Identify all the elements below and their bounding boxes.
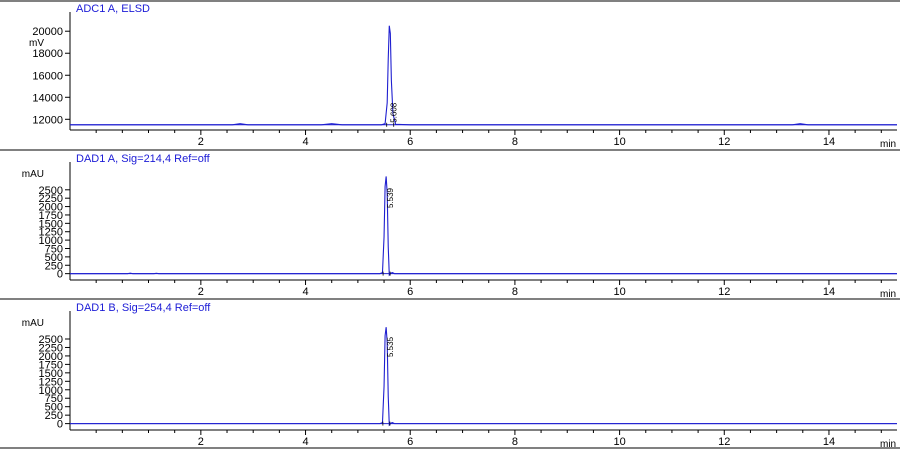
panel-3-signal-trace bbox=[70, 327, 897, 427]
panel-1-y-tick-label: 18000 bbox=[32, 48, 63, 60]
panel-2-x-tick-label: 14 bbox=[823, 286, 835, 298]
panel-3-peak-rt-label: 5.535 bbox=[386, 336, 395, 357]
panel-3-y-unit: mAU bbox=[22, 318, 44, 329]
panel-2-x-tick-label: 10 bbox=[613, 286, 625, 298]
panel-3-title: DAD1 B, Sig=254,4 Ref=off bbox=[76, 302, 211, 314]
panel-2-y-unit: mAU bbox=[22, 169, 44, 180]
panel-2-x-tick-label: 2 bbox=[198, 286, 204, 298]
panel-2-peak-rt-label: 5.539 bbox=[386, 187, 395, 208]
panel-3-x-tick-label: 12 bbox=[718, 436, 730, 448]
panel-1-title: ADC1 A, ELSD bbox=[76, 3, 150, 15]
panel-2-x-tick-label: 6 bbox=[407, 286, 413, 298]
panel-2-title: DAD1 A, Sig=214,4 Ref=off bbox=[76, 153, 211, 165]
panel-1-x-tick-label: 2 bbox=[198, 136, 204, 148]
panel-1-x-tick-label: 10 bbox=[613, 136, 625, 148]
chromatogram-stack: ADC1 A, ELSDmV12000140001600018000200002… bbox=[0, 0, 900, 450]
panel-3-x-tick-label: 14 bbox=[823, 436, 835, 448]
panel-1-signal-trace bbox=[70, 25, 897, 126]
panel-1-x-tick-label: 8 bbox=[512, 136, 518, 148]
panel-2-x-tick-label: 4 bbox=[302, 286, 308, 298]
panel-3-x-tick-label: 6 bbox=[407, 436, 413, 448]
panel-1-x-tick-label: 12 bbox=[718, 136, 730, 148]
panel-2-y-tick-label: 2500 bbox=[39, 185, 63, 197]
panel-3-x-tick-label: 8 bbox=[512, 436, 518, 448]
panel-2-signal-trace bbox=[70, 176, 897, 277]
panel-2-x-tick-label: 8 bbox=[512, 286, 518, 298]
chromatogram-report: ADC1 A, ELSD mV 12000 14000 16000 18000 20000 2… bbox=[0, 0, 900, 450]
panel-1-peak-rt-label: 5.608 bbox=[390, 102, 399, 123]
panel-3-x-tick-label: 4 bbox=[302, 436, 308, 448]
panel-2-x-unit: min bbox=[880, 289, 896, 300]
panel-1-x-tick-label: 6 bbox=[407, 136, 413, 148]
panel-2-x-tick-label: 12 bbox=[718, 286, 730, 298]
panel-1-x-unit: min bbox=[880, 139, 896, 150]
panel-3-x-tick-label: 10 bbox=[613, 436, 625, 448]
panel-1-y-tick-label: 12000 bbox=[32, 114, 63, 126]
panel-3-x-tick-label: 2 bbox=[198, 436, 204, 448]
panel-1-y-tick-label: 20000 bbox=[32, 26, 63, 38]
panel-1-y-tick-label: 16000 bbox=[32, 70, 63, 82]
panel-1-x-tick-label: 4 bbox=[302, 136, 308, 148]
panel-1-x-tick-label: 14 bbox=[823, 136, 835, 148]
panel-3-y-tick-label: 2500 bbox=[39, 334, 63, 346]
panel-1-y-tick-label: 14000 bbox=[32, 92, 63, 104]
